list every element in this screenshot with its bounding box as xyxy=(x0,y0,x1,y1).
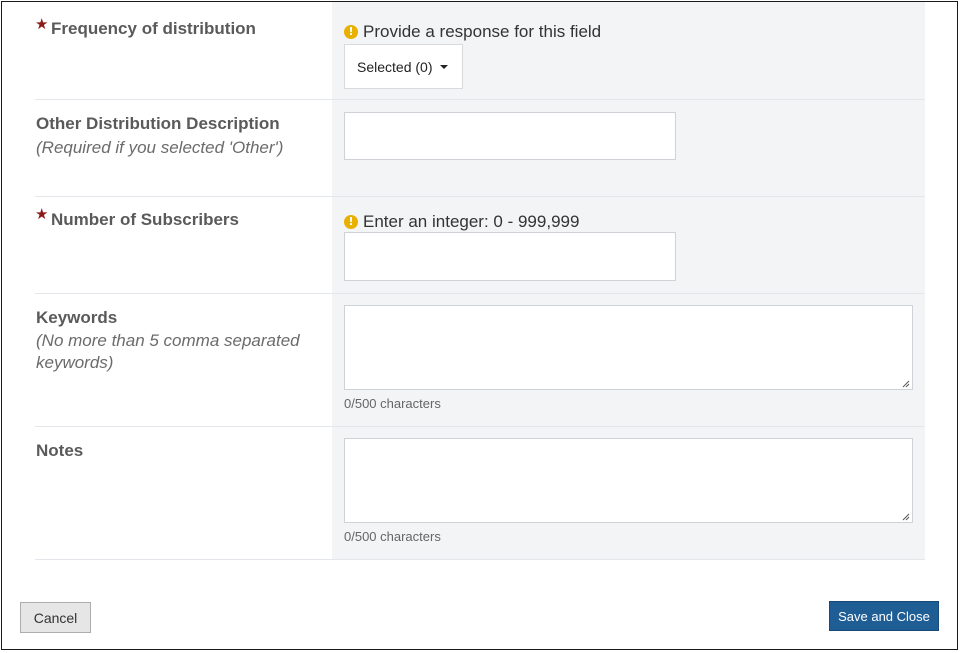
frequency-row: ★ Frequency of distribution ! Provide a … xyxy=(35,2,925,100)
subscribers-warning-text: Enter an integer: 0 - 999,999 xyxy=(363,212,580,231)
keywords-field-cell: 0/500 characters xyxy=(332,294,925,426)
resize-handle-icon[interactable] xyxy=(901,379,910,388)
subscribers-row: ★ Number of Subscribers ! Enter an integ… xyxy=(35,197,925,294)
keywords-char-counter: 0/500 characters xyxy=(344,396,441,411)
keywords-label: Keywords xyxy=(36,308,118,327)
frequency-field-cell: ! Provide a response for this field Sele… xyxy=(332,2,925,99)
notes-char-counter: 0/500 characters xyxy=(344,529,441,544)
frequency-dropdown[interactable]: Selected (0) xyxy=(344,44,463,89)
warning-icon: ! xyxy=(344,215,358,229)
subscribers-field-cell: ! Enter an integer: 0 - 999,999 xyxy=(332,197,925,293)
other-description-label-cell: Other Distribution Description (Required… xyxy=(35,100,332,196)
other-description-sublabel: (Required if you selected 'Other') xyxy=(36,138,284,157)
save-and-close-button[interactable]: Save and Close xyxy=(829,601,939,631)
other-description-row: Other Distribution Description (Required… xyxy=(35,100,925,197)
frequency-label: Frequency of distribution xyxy=(51,19,256,38)
other-description-field-cell xyxy=(332,100,925,196)
subscribers-label-cell: ★ Number of Subscribers xyxy=(35,197,332,293)
keywords-textarea[interactable] xyxy=(344,305,913,390)
keywords-row: Keywords (No more than 5 comma separated… xyxy=(35,294,925,427)
keywords-sublabel: (No more than 5 comma separated keywords… xyxy=(36,331,300,372)
notes-label-cell: Notes xyxy=(35,427,332,559)
subscribers-warning: ! Enter an integer: 0 - 999,999 xyxy=(344,212,579,232)
frequency-label-cell: ★ Frequency of distribution xyxy=(35,2,332,99)
caret-down-icon xyxy=(440,64,449,69)
other-description-input[interactable] xyxy=(344,112,676,160)
frequency-warning-text: Provide a response for this field xyxy=(363,22,602,41)
other-description-label: Other Distribution Description xyxy=(36,114,280,133)
subscribers-label: Number of Subscribers xyxy=(51,210,239,229)
notes-field-cell: 0/500 characters xyxy=(332,427,925,559)
required-star-icon: ★ xyxy=(35,16,49,33)
frequency-dropdown-value: Selected (0) xyxy=(357,58,433,75)
warning-icon: ! xyxy=(344,25,358,39)
cancel-button[interactable]: Cancel xyxy=(20,602,91,633)
resize-handle-icon[interactable] xyxy=(901,512,910,521)
keywords-label-cell: Keywords (No more than 5 comma separated… xyxy=(35,294,332,426)
notes-textarea[interactable] xyxy=(344,438,913,523)
required-star-icon: ★ xyxy=(35,206,49,223)
notes-row: Notes 0/500 characters xyxy=(35,427,925,560)
notes-label: Notes xyxy=(36,441,84,460)
subscribers-input[interactable] xyxy=(344,232,676,281)
frequency-warning: ! Provide a response for this field xyxy=(344,22,601,42)
